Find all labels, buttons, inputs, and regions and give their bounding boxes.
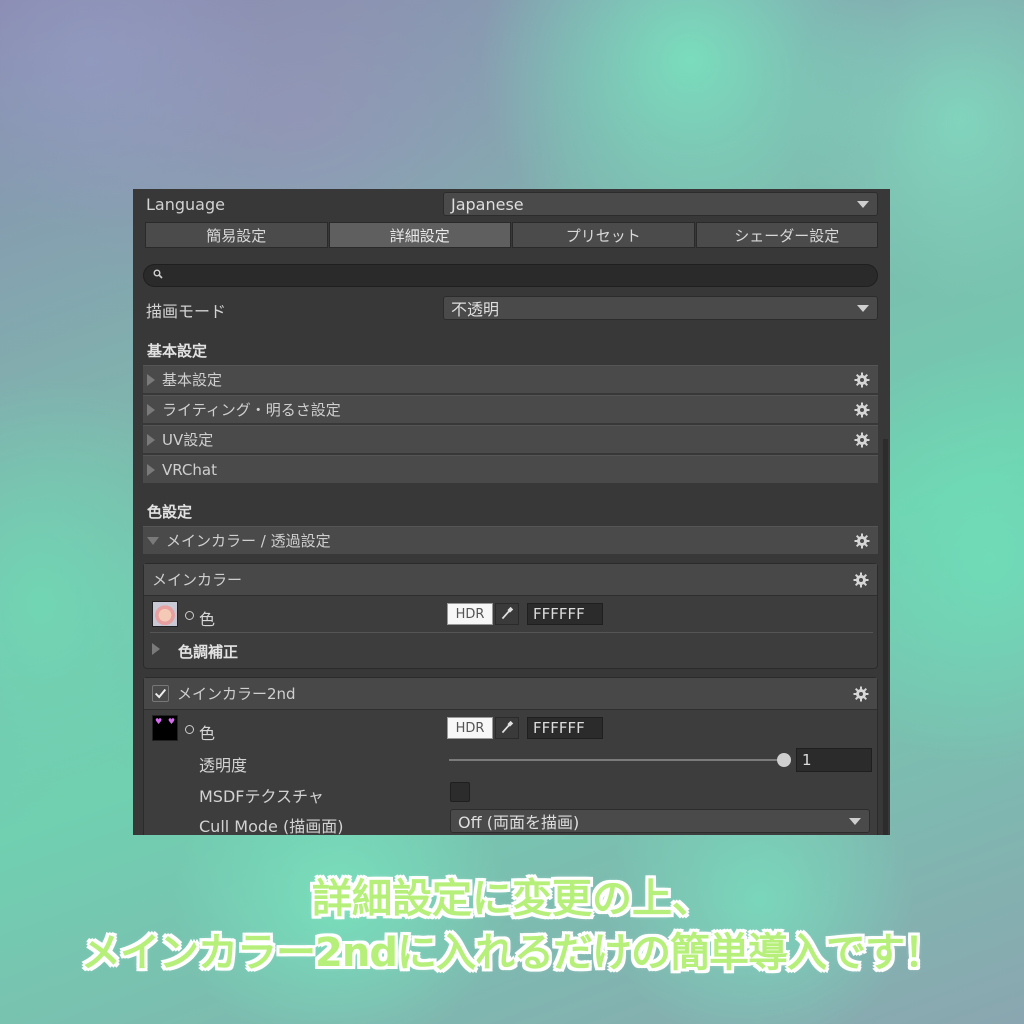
foldout-vrchat[interactable]: VRChat <box>143 455 878 483</box>
main-color-2nd-box: メインカラー2nd ♥ ♥ 色 HDR FFFFFF 透明度 1 MSDFテクス… <box>143 677 878 835</box>
expand-arrow-icon <box>147 373 155 386</box>
main-texture-thumbnail[interactable] <box>152 601 178 627</box>
gear-icon[interactable] <box>853 572 869 588</box>
render-mode-label: 描画モード <box>146 302 227 321</box>
main-color-header: メインカラー <box>144 564 877 596</box>
foldout-label: メインカラー / 透過設定 <box>166 532 331 550</box>
hdr-label: HDR <box>455 606 485 622</box>
foldout-label: 基本設定 <box>162 371 223 389</box>
gear-icon[interactable] <box>853 686 869 702</box>
hdr-label: HDR <box>455 720 485 736</box>
second-color-hdr-swatch[interactable]: HDR <box>447 717 493 739</box>
expand-arrow-icon <box>152 643 160 655</box>
tab-preset[interactable]: プリセット <box>512 222 695 248</box>
search-icon <box>153 269 163 279</box>
foldout-main-color-transparency[interactable]: メインカラー / 透過設定 <box>143 526 878 554</box>
opacity-label: 透明度 <box>199 756 248 775</box>
msdf-texture-checkbox[interactable] <box>450 782 470 802</box>
eyedropper-button[interactable] <box>495 717 519 739</box>
foldout-label: UV設定 <box>162 431 214 449</box>
opacity-value-input[interactable]: 1 <box>796 748 872 772</box>
collapse-arrow-icon <box>147 536 159 545</box>
eyedropper-button[interactable] <box>495 603 519 625</box>
mode-tabs: 簡易設定 詳細設定 プリセット シェーダー設定 <box>145 222 879 248</box>
gear-icon[interactable] <box>854 402 870 418</box>
cull-mode-dropdown[interactable]: Off (両面を描画) <box>450 809 870 833</box>
language-dropdown[interactable]: Japanese <box>443 192 878 216</box>
main-color-2nd-title: メインカラー2nd <box>177 685 296 703</box>
chevron-down-icon <box>849 818 861 825</box>
hex-value: FFFFFF <box>533 605 585 623</box>
divider <box>150 632 873 633</box>
cull-mode-label: Cull Mode (描画面) <box>199 817 344 835</box>
object-picker-icon[interactable] <box>185 611 194 620</box>
gear-icon[interactable] <box>854 432 870 448</box>
expand-arrow-icon <box>147 463 155 476</box>
eyedropper-icon <box>501 720 514 734</box>
chevron-down-icon <box>857 201 869 208</box>
second-color-hex-input[interactable]: FFFFFF <box>527 717 603 739</box>
slider-knob[interactable] <box>777 753 791 767</box>
color-settings-heading: 色設定 <box>147 503 193 521</box>
second-color-label: 色 <box>199 724 216 743</box>
inspector-panel: Language Japanese 簡易設定 詳細設定 プリセット シェーダー設… <box>133 189 890 835</box>
heart-icon: ♥ <box>167 717 175 726</box>
main-color-label: 色 <box>199 610 216 629</box>
expand-arrow-icon <box>147 433 155 446</box>
gear-icon[interactable] <box>854 533 870 549</box>
tab-shader-settings[interactable]: シェーダー設定 <box>695 222 878 248</box>
heart-icon: ♥ <box>155 717 163 726</box>
language-value: Japanese <box>451 194 524 214</box>
gear-icon[interactable] <box>854 372 870 388</box>
tab-label: シェーダー設定 <box>734 226 840 245</box>
caption-line-2: メインカラー2ndに入れるだけの簡単導入です！ <box>81 930 944 976</box>
tab-label: プリセット <box>565 226 641 245</box>
caption-line-1: 詳細設定に変更の上、 <box>312 876 712 922</box>
tab-label: 詳細設定 <box>389 226 450 245</box>
opacity-slider[interactable] <box>449 750 791 770</box>
tone-correction-foldout[interactable]: 色調補正 <box>178 641 238 662</box>
chevron-down-icon <box>857 305 869 312</box>
foldout-basic[interactable]: 基本設定 <box>143 365 878 393</box>
main-color-2nd-checkbox[interactable] <box>152 685 169 702</box>
checkmark-icon <box>154 688 167 699</box>
search-input[interactable] <box>143 264 878 287</box>
cull-mode-value: Off (両面を描画) <box>458 813 580 832</box>
foldout-lighting[interactable]: ライティング・明るさ設定 <box>143 395 878 423</box>
tab-advanced[interactable]: 詳細設定 <box>328 222 511 248</box>
foldout-label: ライティング・明るさ設定 <box>162 401 341 419</box>
hex-value: FFFFFF <box>533 719 585 737</box>
foldout-label: VRChat <box>162 460 217 479</box>
tab-simple[interactable]: 簡易設定 <box>145 222 328 248</box>
main-color-title: メインカラー <box>152 571 243 589</box>
tab-label: 簡易設定 <box>206 226 267 245</box>
scrollbar[interactable] <box>883 439 888 835</box>
opacity-value: 1 <box>802 751 812 769</box>
expand-arrow-icon <box>147 403 155 416</box>
slider-track <box>449 759 791 761</box>
language-label: Language <box>146 195 225 214</box>
main-color-hdr-swatch[interactable]: HDR <box>447 603 493 625</box>
main-color-box: メインカラー 色 HDR FFFFFF 色調補正 <box>143 563 878 669</box>
render-mode-value: 不透明 <box>451 300 500 319</box>
basic-settings-heading: 基本設定 <box>147 342 208 360</box>
object-picker-icon[interactable] <box>185 725 194 734</box>
msdf-texture-label: MSDFテクスチャ <box>199 787 324 806</box>
eyedropper-icon <box>501 606 514 620</box>
foldout-uv[interactable]: UV設定 <box>143 425 878 453</box>
second-texture-thumbnail[interactable]: ♥ ♥ <box>152 715 178 741</box>
main-color-2nd-header: メインカラー2nd <box>144 678 877 710</box>
render-mode-dropdown[interactable]: 不透明 <box>443 296 878 320</box>
main-color-hex-input[interactable]: FFFFFF <box>527 603 603 625</box>
